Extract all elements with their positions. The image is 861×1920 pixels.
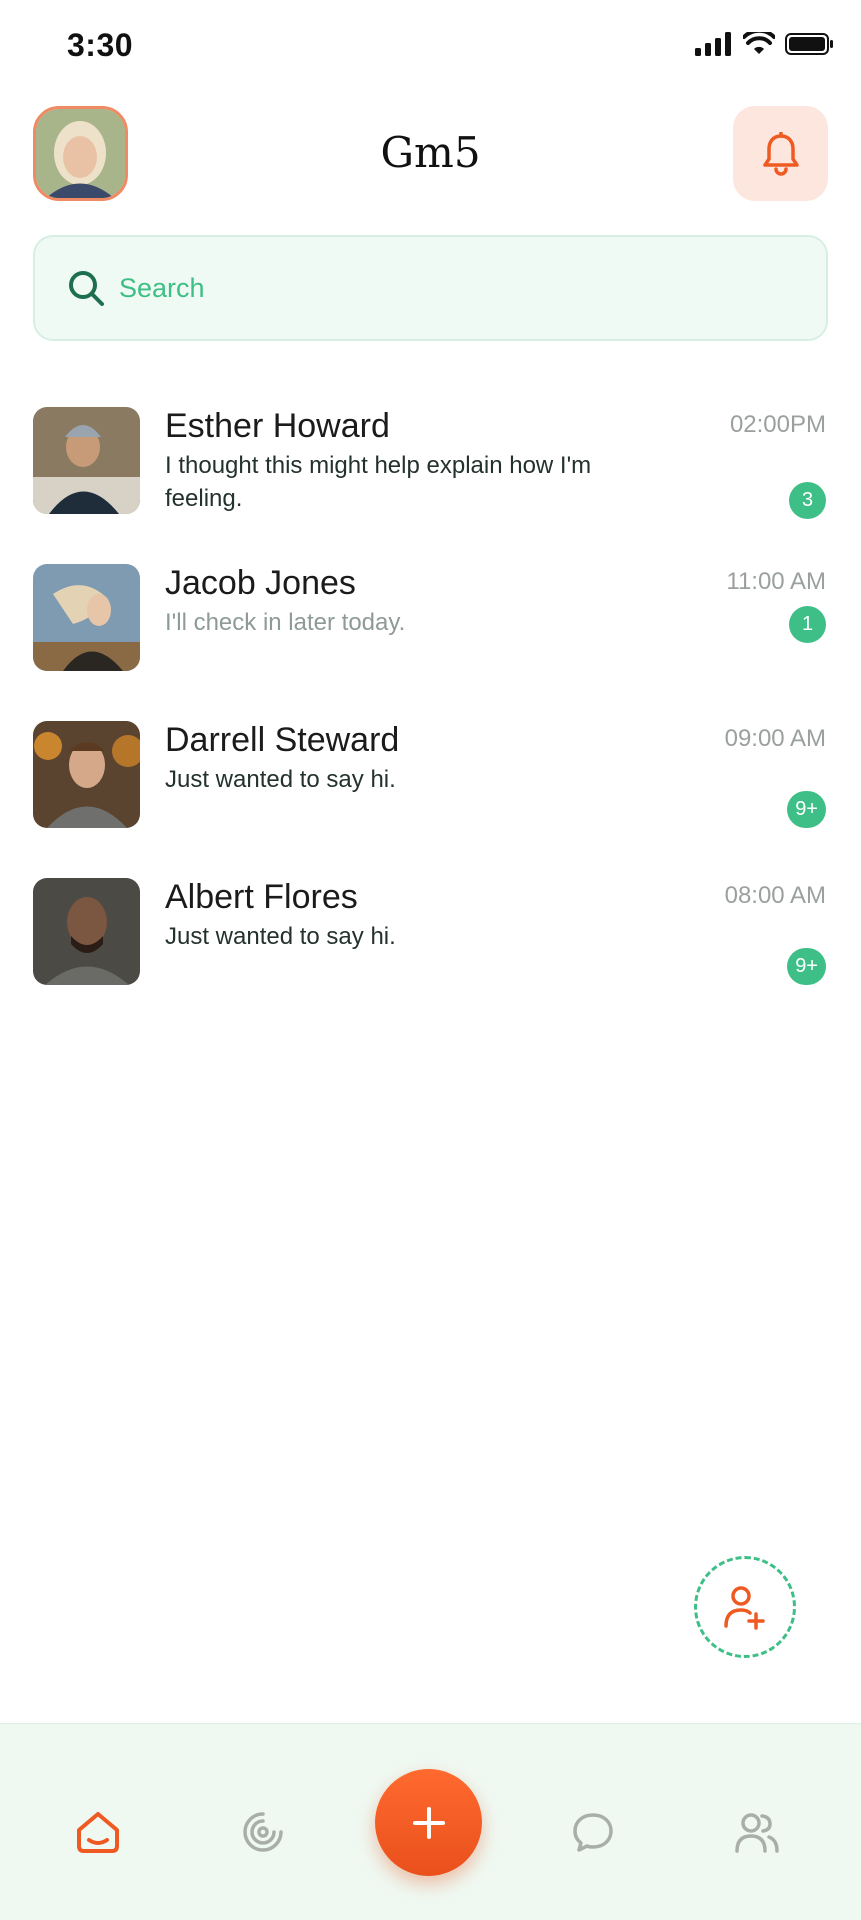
chat-name: Albert Flores — [165, 878, 358, 916]
chat-preview: I'll check in later today. — [165, 609, 406, 636]
contact-photo — [33, 564, 140, 671]
status-time: 3:30 — [67, 27, 134, 63]
search-input[interactable] — [119, 272, 719, 304]
chat-name: Jacob Jones — [165, 564, 356, 602]
nav-contacts[interactable] — [727, 1802, 787, 1862]
unread-badge: 1 — [789, 606, 826, 643]
notifications-button[interactable] — [733, 106, 828, 201]
chat-preview: I thought this might help explain how I'… — [165, 452, 592, 512]
contact-photo — [33, 878, 140, 985]
activity-icon — [243, 1812, 283, 1852]
unread-badge: 9+ — [787, 791, 826, 828]
chat-item-albert-flores[interactable]: Albert Flores Just wanted to say hi. 08:… — [0, 878, 861, 1035]
plus-icon — [412, 1806, 445, 1839]
chat-preview: Just wanted to say hi. — [165, 766, 396, 793]
search-icon — [69, 271, 104, 306]
status-bar: 3:30 — [0, 0, 861, 92]
nav-home[interactable] — [68, 1802, 128, 1862]
wifi-icon — [743, 32, 775, 54]
chat-item-darrell-steward[interactable]: Darrell Steward Just wanted to say hi. 0… — [0, 721, 861, 878]
chat-time: 09:00 AM — [724, 725, 826, 752]
users-icon — [735, 1813, 779, 1853]
home-icon — [77, 1812, 119, 1853]
contact-photo — [33, 721, 140, 828]
nav-activity[interactable] — [233, 1802, 293, 1862]
chat-preview: Just wanted to say hi. — [165, 923, 396, 950]
add-contact-button[interactable] — [694, 1556, 796, 1658]
header: Gm5 — [0, 104, 861, 204]
chat-name: Darrell Steward — [165, 721, 400, 759]
unread-badge: 3 — [789, 482, 826, 519]
app-title: Gm5 — [380, 128, 481, 177]
battery-icon — [785, 33, 833, 55]
signal-icon — [695, 32, 731, 56]
chat-icon — [573, 1813, 613, 1852]
add-user-icon — [724, 1586, 765, 1630]
chat-list: Esther Howard I thought this might help … — [0, 407, 861, 1035]
bell-icon — [762, 131, 799, 176]
chat-time: 08:00 AM — [724, 882, 826, 909]
bottom-nav — [0, 1723, 861, 1920]
status-icons — [695, 32, 835, 56]
nav-messages[interactable] — [563, 1802, 623, 1862]
new-chat-button[interactable] — [375, 1769, 482, 1876]
unread-badge: 9+ — [787, 948, 826, 985]
chat-item-jacob-jones[interactable]: Jacob Jones I'll check in later today. 1… — [0, 564, 861, 721]
contact-photo — [33, 407, 140, 514]
chat-time: 11:00 AM — [726, 568, 826, 595]
chat-time: 02:00PM — [729, 411, 826, 438]
chat-name: Esther Howard — [165, 407, 390, 445]
chat-item-esther-howard[interactable]: Esther Howard I thought this might help … — [0, 407, 861, 564]
search-bar[interactable] — [33, 235, 828, 341]
